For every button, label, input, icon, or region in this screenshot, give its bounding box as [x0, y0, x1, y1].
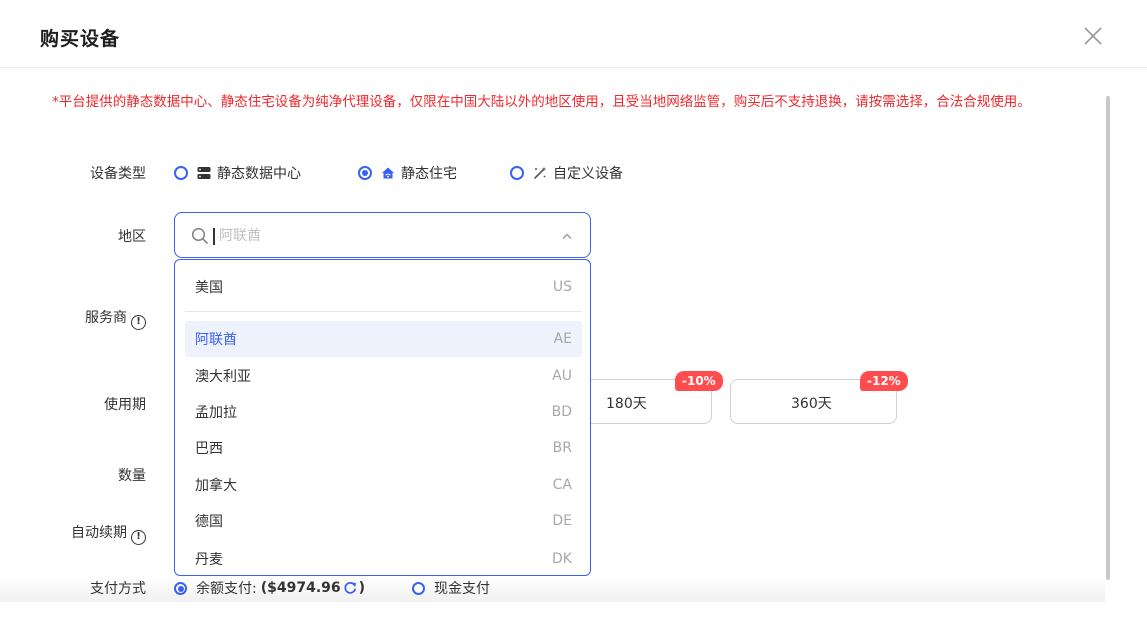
region-option-name: 德国 — [195, 514, 223, 530]
period-option-label: 180天 — [606, 396, 647, 412]
region-option-de[interactable]: 德国 DE — [185, 503, 582, 539]
policy-notice: *平台提供的静态数据中心、静态住宅设备为纯净代理设备，仅限在中国大陆以外的地区使… — [52, 94, 1031, 110]
device-type-label-text: 静态住宅 — [401, 166, 457, 182]
region-option-dk[interactable]: 丹麦 DK — [185, 541, 582, 575]
device-type-label-text: 静态数据中心 — [217, 166, 301, 182]
auto-renew-label: 自动续期! — [36, 522, 146, 545]
period-label: 使用期 — [104, 397, 146, 413]
region-option-code: US — [552, 279, 572, 295]
region-option-code: DK — [552, 551, 572, 567]
region-option-code: BR — [552, 440, 572, 456]
discount-badge: -10% — [675, 371, 723, 391]
region-search-input[interactable] — [219, 225, 519, 247]
device-type-label-text: 自定义设备 — [553, 166, 623, 182]
region-option-ca[interactable]: 加拿大 CA — [185, 467, 582, 503]
purchase-device-dialog: 购买设备 *平台提供的静态数据中心、静态住宅设备为纯净代理设备，仅限在中国大陆以… — [0, 0, 1147, 631]
payment-balance-label: 余额支付: — [196, 581, 257, 597]
device-type-label: 设备类型 — [90, 166, 146, 182]
discount-badge: -12% — [860, 371, 908, 391]
radio-unchecked[interactable] — [510, 166, 524, 180]
search-icon — [191, 227, 208, 244]
region-option-name: 美国 — [195, 280, 223, 296]
help-icon[interactable]: ! — [131, 315, 146, 330]
device-type-custom[interactable]: 自定义设备 — [510, 163, 623, 183]
region-option-name: 澳大利亚 — [195, 369, 251, 385]
region-option-name: 阿联酋 — [195, 332, 237, 348]
radio-unchecked[interactable] — [412, 581, 425, 595]
auto-renew-label-text: 自动续期 — [71, 525, 127, 541]
home-wifi-icon — [382, 167, 394, 179]
region-option-code: AU — [552, 368, 572, 384]
period-option-label: 360天 — [791, 396, 832, 412]
region-dropdown: 美国 US 阿联酋 AE 澳大利亚 AU 孟加拉 BD 巴西 BR 加拿大 CA… — [174, 259, 591, 576]
region-option-code: CA — [552, 477, 572, 493]
region-option-br[interactable]: 巴西 BR — [185, 430, 582, 466]
radio-unchecked[interactable] — [174, 166, 188, 180]
region-option-name: 丹麦 — [195, 552, 223, 568]
payment-cash-label: 现金支付 — [434, 581, 490, 597]
region-option-code: DE — [552, 513, 572, 529]
region-option-name: 巴西 — [195, 441, 223, 457]
region-label: 地区 — [118, 229, 146, 245]
provider-label: 服务商! — [36, 307, 146, 330]
region-option-bd[interactable]: 孟加拉 BD — [185, 394, 582, 430]
balance-amount: ($4974.96 — [260, 580, 341, 596]
close-icon[interactable] — [1082, 25, 1104, 47]
device-type-static-datacenter[interactable]: 静态数据中心 — [174, 163, 301, 183]
region-option-us[interactable]: 美国 US — [185, 269, 582, 305]
help-icon[interactable]: ! — [131, 530, 146, 545]
scroll-fade — [0, 578, 1105, 602]
region-option-name: 加拿大 — [195, 478, 237, 494]
device-type-static-residential[interactable]: 静态住宅 — [358, 163, 457, 183]
payment-label: 支付方式 — [90, 581, 146, 597]
scrollbar[interactable] — [1106, 96, 1110, 580]
payment-cash[interactable]: 现金支付 — [412, 578, 490, 598]
provider-label-text: 服务商 — [85, 310, 127, 326]
dropdown-divider — [185, 311, 582, 312]
magic-wand-icon — [534, 166, 547, 179]
payment-balance[interactable]: 余额支付: ($4974.96 ) — [174, 578, 365, 598]
region-option-code: BD — [551, 404, 572, 420]
balance-close-paren: ) — [358, 580, 366, 596]
region-option-ae[interactable]: 阿联酋 AE — [185, 321, 582, 357]
region-option-code: AE — [553, 331, 572, 347]
radio-checked[interactable] — [358, 166, 372, 180]
radio-checked[interactable] — [174, 581, 187, 595]
refresh-icon[interactable] — [343, 581, 357, 595]
dialog-header: 购买设备 — [0, 0, 1147, 68]
region-option-name: 孟加拉 — [195, 405, 237, 421]
region-option-au[interactable]: 澳大利亚 AU — [185, 358, 582, 394]
quantity-label: 数量 — [118, 468, 146, 484]
chevron-up-icon[interactable] — [561, 232, 573, 240]
region-select[interactable] — [174, 212, 591, 258]
dialog-title: 购买设备 — [40, 28, 121, 50]
server-icon — [197, 167, 211, 179]
text-cursor — [213, 228, 215, 245]
